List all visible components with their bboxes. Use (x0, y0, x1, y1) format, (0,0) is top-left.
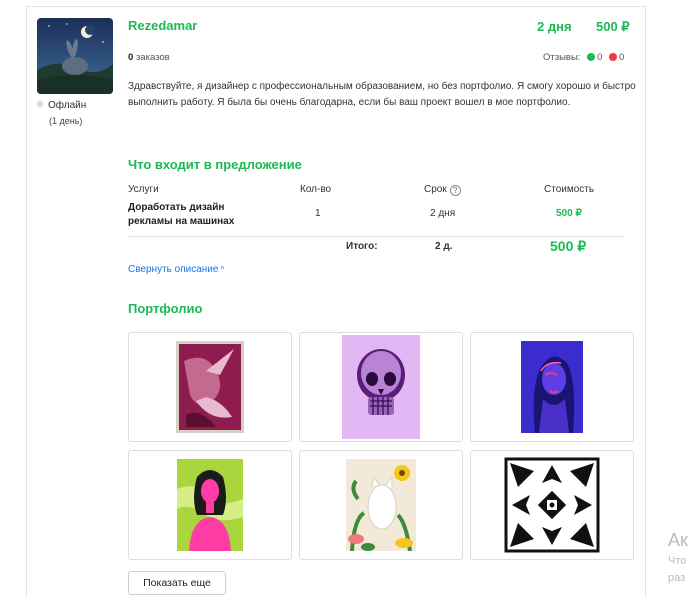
offer-price: 500 ₽ (596, 19, 630, 34)
reviews-summary: Отзывы: 0 0 (543, 52, 624, 63)
portfolio-item-pink-woman[interactable] (128, 450, 292, 560)
row-service: Доработать дизайн рекламы на машинах (128, 202, 235, 227)
header-service: Услуги (128, 184, 159, 195)
portfolio-item-neon-portrait[interactable] (470, 332, 634, 442)
seller-status: Офлайн (1 день) (37, 100, 117, 126)
hummingbird-art-icon (176, 341, 244, 433)
show-more-button[interactable]: Показать еще (128, 571, 226, 595)
orders-label: заказов (135, 52, 170, 63)
reviews-negative-count: 0 (619, 52, 625, 63)
help-icon[interactable]: ? (449, 185, 461, 196)
offline-dot-icon (37, 101, 43, 107)
includes-title: Что входит в предложение (128, 157, 302, 172)
portfolio-item-skull[interactable] (299, 332, 463, 442)
status-label: Офлайн (48, 100, 87, 111)
side-fragment-heading: Ак (668, 530, 688, 550)
avatar[interactable] (37, 18, 113, 94)
positive-review-icon (587, 53, 596, 61)
purple-skull-art-icon (342, 335, 420, 439)
offer-description: Здравствуйте, я дизайнер с профессиональ… (128, 81, 636, 108)
side-fragment-line: Что (668, 555, 687, 567)
portfolio-item-ornament[interactable] (470, 450, 634, 560)
negative-review-icon (609, 53, 618, 61)
reviews-positive-count: 0 (597, 52, 603, 63)
pink-woman-art-icon (177, 459, 243, 551)
total-cost: 500 ₽ (550, 238, 587, 254)
seller-name-link[interactable]: Rezedamar (128, 18, 197, 33)
orders-number: 0 (128, 52, 134, 63)
header-qty: Кол-во (300, 184, 332, 195)
collapse-description-link[interactable]: Свернуть описание ^ (128, 264, 224, 275)
side-fragment-line: раз (668, 572, 686, 584)
offer-days: 2 дня (537, 19, 572, 34)
chevron-up-icon: ^ (220, 265, 225, 274)
white-cat-flowers-art-icon (346, 459, 416, 551)
portfolio-item-white-cat[interactable] (299, 450, 463, 560)
portfolio-item-hummingbird[interactable] (128, 332, 292, 442)
portfolio-title: Портфолио (128, 301, 203, 316)
row-term: 2 дня (430, 208, 456, 219)
total-label: Итого: (346, 241, 378, 252)
header-term: Срок? (424, 184, 461, 196)
collapse-label: Свернуть описание (128, 264, 219, 275)
row-cost: 500 ₽ (556, 208, 582, 219)
reviews-label: Отзывы: (543, 52, 581, 63)
table-divider (128, 236, 625, 237)
offer-card: Офлайн (1 день) Rezedamar 2 дня 500 ₽ 0 … (26, 6, 646, 598)
neon-portrait-art-icon (521, 341, 583, 433)
status-since: (1 день) (49, 116, 83, 126)
header-term-label: Срок (424, 184, 447, 195)
total-term: 2 д. (435, 241, 453, 252)
black-white-ornament-art-icon (504, 457, 600, 553)
row-qty: 1 (315, 208, 321, 219)
orders-count: 0 заказов (128, 52, 170, 63)
header-cost: Стоимость (544, 184, 595, 195)
